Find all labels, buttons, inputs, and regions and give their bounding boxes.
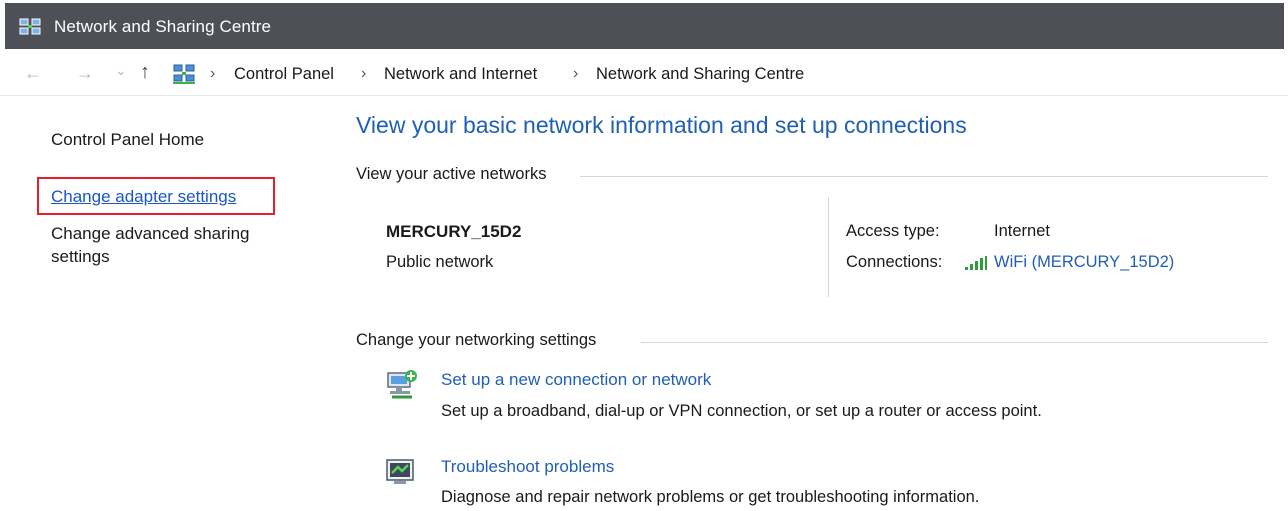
sidebar-change-advanced-sharing-settings[interactable]: settings bbox=[51, 247, 110, 267]
wifi-connection-link[interactable]: WiFi (MERCURY_15D2) bbox=[994, 253, 1174, 272]
window-title: Network and Sharing Centre bbox=[54, 17, 272, 36]
address-bar: ← → ⌄ ↑ › Control Panel › Network and In… bbox=[0, 51, 1288, 97]
active-networks-label: View your active networks bbox=[356, 165, 547, 183]
section-divider bbox=[580, 176, 1268, 177]
troubleshoot-description: Diagnose and repair network problems or … bbox=[441, 488, 980, 506]
connections-label: Connections: bbox=[846, 253, 943, 271]
address-bar-divider bbox=[0, 95, 1288, 96]
recent-locations-icon[interactable]: ⌄ bbox=[115, 60, 127, 80]
setup-connection-description: Set up a broadband, dial-up or VPN conne… bbox=[441, 402, 1042, 420]
sidebar-control-panel-home[interactable]: Control Panel Home bbox=[51, 130, 204, 150]
control-panel-icon bbox=[173, 64, 195, 84]
section-divider bbox=[641, 342, 1268, 343]
breadcrumb-network-and-internet[interactable]: Network and Internet bbox=[384, 65, 537, 84]
change-settings-label: Change your networking settings bbox=[356, 331, 597, 349]
page-title: View your basic network information and … bbox=[356, 112, 967, 138]
forward-icon[interactable]: → bbox=[76, 63, 94, 83]
network-center-icon bbox=[19, 18, 41, 35]
title-bar: Network and Sharing Centre bbox=[0, 0, 1288, 51]
access-type-value: Internet bbox=[994, 222, 1050, 240]
network-name: MERCURY_15D2 bbox=[386, 222, 522, 241]
sidebar-change-advanced-sharing[interactable]: Change advanced sharing bbox=[51, 224, 249, 244]
breadcrumb-control-panel[interactable]: Control Panel bbox=[234, 65, 334, 84]
breadcrumb-separator: › bbox=[361, 65, 367, 82]
title-bar-background: Network and Sharing Centre bbox=[5, 3, 1284, 49]
network-type: Public network bbox=[386, 253, 494, 271]
troubleshoot-icon bbox=[386, 459, 414, 484]
up-icon[interactable]: ↑ bbox=[140, 62, 150, 82]
breadcrumb-separator: › bbox=[573, 65, 579, 82]
breadcrumb-network-sharing-centre[interactable]: Network and Sharing Centre bbox=[596, 65, 804, 84]
network-setup-icon bbox=[387, 370, 417, 399]
wifi-signal-icon bbox=[965, 256, 987, 270]
access-type-label: Access type: bbox=[846, 222, 940, 240]
breadcrumb-separator: › bbox=[210, 65, 216, 82]
setup-connection-link[interactable]: Set up a new connection or network bbox=[441, 370, 711, 390]
network-details-divider bbox=[828, 197, 829, 297]
sidebar-change-adapter-settings[interactable]: Change adapter settings bbox=[51, 187, 236, 207]
back-icon[interactable]: ← bbox=[24, 63, 42, 83]
troubleshoot-link[interactable]: Troubleshoot problems bbox=[441, 457, 614, 477]
